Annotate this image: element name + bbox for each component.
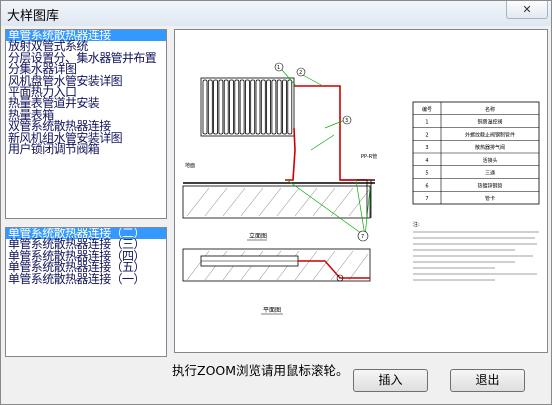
legend-name: 热镀锌钢管 [477,182,502,189]
legend-number: 1 [425,120,428,126]
legend-name: 外螺纹截止阀钢制管件 [465,131,515,138]
radiator-fin [213,79,218,135]
radiator-fin [229,79,234,135]
radiator-fin [260,79,266,135]
legend-name: 铜质温控阀 [477,119,502,126]
radiator-fin [239,79,245,135]
radiator-fin [202,79,208,135]
drawing-preview[interactable]: 1 2 3 7 地面 PP-R管 立面图 平面图 编号 名称 1 铜质温控阀 2 外螺纹截… [174,29,548,353]
legend-name: 散热器排气阀 [475,144,505,151]
floor-slab [182,182,375,219]
category-list[interactable]: 单管系统散热器连接 放射双管式系统 分层设置分、集水器管井布置 分集水器详图 风机盘管水… [5,29,167,219]
radiator-fin [250,79,256,135]
plan-view-label: 平面图 [263,307,281,314]
legend-number: 7 [425,196,428,202]
pipe-tag: PP-R管 [361,153,377,160]
callout-label: 7 [361,234,364,240]
notes: 注: [413,221,539,281]
radiator-fin [266,79,271,135]
floor-tag: 地面 [185,162,195,169]
callout-label: 2 [299,70,302,76]
radiator-fin [207,79,213,135]
legend-name: 三通 [485,170,495,177]
zoom-hint: 执行ZOOM浏览请用鼠标滚轮。 [172,363,349,378]
legend-header: 编号 [422,106,432,113]
callout-label: 3 [345,118,348,124]
radiator-fin [218,79,224,135]
detail-list[interactable]: 单管系统散热器连接（二） 单管系统散热器连接（三） 单管系统散热器连接（四） 单管系统… [5,227,167,357]
close-button[interactable]: ✕ [506,1,548,19]
legend-number: 6 [425,183,428,189]
radiator-fin [276,79,282,135]
legend-number: 5 [425,171,428,177]
radiator-elevation [200,77,295,137]
drawing-canvas: 1 2 3 7 地面 PP-R管 立面图 平面图 编号 名称 1 铜质温控阀 2 外螺纹截… [182,62,540,315]
radiator-fin [223,79,229,135]
window-title: 大样图库 [7,9,60,24]
legend-name: 活接头 [482,157,497,164]
legend-name: 管卡 [485,195,495,202]
legend-header: 名称 [485,106,495,113]
title-bar[interactable]: 大样图库 ✕ [1,1,551,26]
callouts-elevation [274,62,369,242]
radiator-plan [182,248,371,282]
radiator-fin [255,79,261,135]
callout-label: 1 [277,65,280,71]
list-item[interactable]: 用户锁闭调节阀箱 [6,143,166,155]
radiator-fin [234,79,240,135]
legend-number: 2 [425,132,428,138]
insert-button[interactable]: 插入 [353,369,428,392]
radiator-fin [271,79,277,135]
list-item[interactable]: 单管系统散热器连接（一） [6,272,166,285]
radiator-fin [245,79,250,135]
close-icon: ✕ [522,3,532,16]
notes-title: 注: [413,221,420,228]
supply-pipes [285,85,375,181]
elevation-view-label: 立面图 [249,232,267,240]
legend-number: 4 [425,158,428,164]
legend-table: 编号 名称 1 铜质温控阀 2 外螺纹截止阀钢制管件 3 散热器排气阀 4 活接头 5 三通 6 热镀锌钢… [412,101,540,205]
legend-number: 3 [425,145,428,151]
radiator-fin [287,79,293,135]
exit-button[interactable]: 退出 [450,369,525,392]
radiator-fin [282,79,287,135]
